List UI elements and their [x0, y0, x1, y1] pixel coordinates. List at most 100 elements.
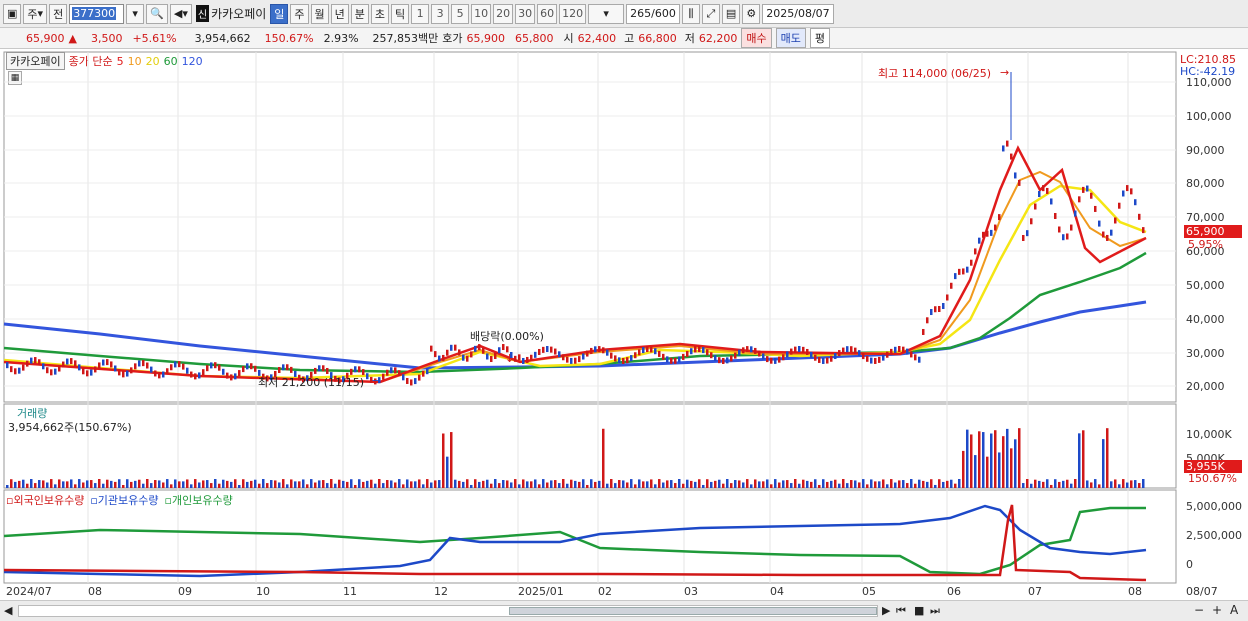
volume-bar [902, 480, 905, 488]
stop-icon[interactable]: ■ [914, 604, 924, 617]
volume-bar [522, 479, 525, 488]
ytick-90000: 90,000 [1186, 144, 1225, 157]
price-candle [1062, 234, 1065, 241]
xtick-13: 08 [1128, 585, 1142, 598]
code-dropdown-icon[interactable]: ▾ [126, 3, 145, 24]
volume-bar [970, 434, 973, 488]
period-week[interactable]: 주 [290, 3, 309, 24]
period-second[interactable]: 초 [370, 3, 390, 24]
xtick-4: 11 [343, 585, 357, 598]
interval-60[interactable]: 60 [537, 3, 558, 24]
type2-button[interactable]: 전 [49, 3, 68, 24]
bottom-scrollbar[interactable]: ◀ ▶ ⏮ ■ ⏭ − + A [0, 600, 1248, 621]
price-candle [146, 362, 149, 369]
type1-select[interactable]: 주 ▾ [23, 3, 48, 24]
scroll-right-icon[interactable]: ▶ [882, 604, 890, 617]
price-candle [286, 364, 289, 371]
interval-120[interactable]: 120 [559, 3, 587, 24]
zoom-out-icon[interactable]: − [1194, 603, 1204, 617]
price-candle [666, 356, 669, 363]
volume-bar [50, 479, 53, 488]
xtick-9: 04 [770, 585, 784, 598]
price-candle [86, 370, 89, 377]
price-candle [434, 351, 437, 358]
price-candle [766, 356, 769, 363]
price-candle [46, 367, 49, 374]
search-icon[interactable]: 🔍 [146, 3, 168, 24]
period-month[interactable]: 월 [310, 3, 329, 24]
price-candle [734, 352, 737, 359]
period-day[interactable]: 일 [270, 3, 289, 24]
price-candle [246, 363, 249, 370]
scroll-track[interactable] [18, 605, 878, 617]
speaker-icon[interactable]: ◀▾ [169, 3, 192, 24]
interval-10[interactable]: 10 [471, 3, 492, 24]
price-candle [714, 355, 717, 362]
price-candle [78, 364, 81, 371]
volume-bar [314, 482, 317, 488]
scroll-left-icon[interactable]: ◀ [4, 604, 12, 617]
volume-bar [1066, 479, 1069, 488]
price-candle [522, 357, 525, 364]
volume-bar [1042, 481, 1045, 488]
xtick-0: 2024/07 [6, 585, 52, 598]
draw-icon[interactable]: ⤢ [701, 3, 720, 24]
volume-bar [630, 479, 633, 488]
volume-bar [726, 479, 729, 488]
interval-30[interactable]: 30 [515, 3, 536, 24]
price-candle [1130, 188, 1133, 195]
interval-dropdown[interactable]: ▾ [588, 3, 625, 24]
save-icon[interactable]: ▤ [721, 3, 741, 24]
high-price: 66,800 [638, 31, 677, 45]
price-candle [946, 294, 949, 301]
volume-bar [330, 479, 333, 488]
scroll-thumb[interactable] [509, 607, 877, 615]
interval-3[interactable]: 3 [431, 3, 450, 24]
volume-bar [962, 450, 965, 488]
price-candle [1122, 190, 1125, 197]
price-candle [594, 346, 597, 353]
rewind-icon[interactable]: ⏮ [896, 604, 906, 618]
volume-bar [26, 483, 29, 488]
count-field[interactable]: 265/600 [626, 3, 680, 24]
date-field[interactable]: 2025/08/07 [762, 3, 834, 24]
avg-button[interactable]: 평 [809, 28, 831, 48]
interval-20[interactable]: 20 [493, 3, 514, 24]
chart-canvas[interactable]: → → ↓ [0, 0, 1248, 621]
volume-bar [930, 479, 933, 488]
period-tick[interactable]: 틱 [391, 3, 410, 24]
volume-bar [186, 479, 189, 488]
price-candle [454, 344, 457, 351]
period-minute[interactable]: 분 [350, 3, 369, 24]
volume-bar [650, 479, 653, 488]
volume-bar [182, 481, 185, 488]
buy-button[interactable]: 매수 [741, 28, 772, 48]
volume-bar [778, 482, 781, 488]
code-input[interactable]: 377300 [69, 3, 125, 24]
price-candle [90, 369, 93, 376]
indicator-icon[interactable]: ⫼ [681, 3, 700, 24]
table-icon[interactable]: ▦ [8, 71, 22, 85]
price-candle [442, 354, 445, 361]
volume-bar [478, 481, 481, 488]
layout-icon[interactable]: ▣ [3, 3, 22, 24]
stock-name: 신 카카오페이 [195, 5, 267, 22]
period-year[interactable]: 년 [330, 3, 349, 24]
interval-1[interactable]: 1 [411, 3, 430, 24]
price-candle [682, 353, 685, 360]
gear-icon[interactable]: ⚙ [742, 3, 761, 24]
zoom-in-icon[interactable]: + [1212, 603, 1222, 617]
price-candle [354, 366, 357, 373]
legend-stock[interactable]: 카카오페이 [6, 52, 65, 70]
sell-button[interactable]: 매도 [775, 28, 806, 48]
price-candle [106, 359, 109, 366]
interval-5[interactable]: 5 [451, 3, 470, 24]
forward-icon[interactable]: ⏭ [930, 604, 940, 618]
price-candle [586, 350, 589, 357]
volume-bar [70, 479, 73, 488]
price-candle [462, 354, 465, 361]
price-candle [622, 357, 625, 364]
auto-icon[interactable]: A [1230, 603, 1238, 617]
price-candle [482, 347, 485, 354]
price-candle [422, 370, 425, 377]
